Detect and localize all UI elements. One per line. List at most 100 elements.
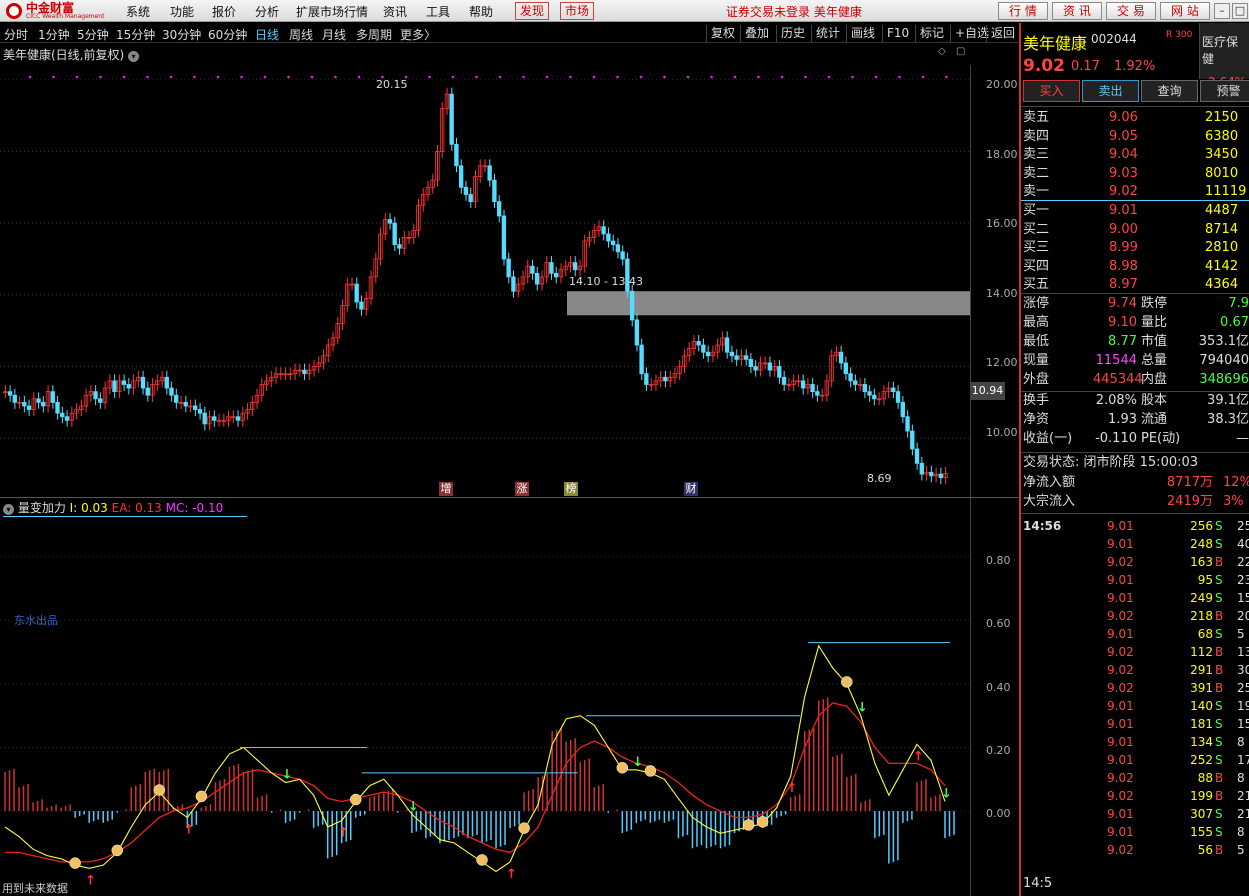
f10-button[interactable]: F10 — [882, 25, 913, 42]
trade-button[interactable]: 交 易 — [1106, 2, 1156, 20]
ask-row[interactable]: 卖三 9.04 3450 — [1023, 146, 1249, 164]
period-monthly[interactable]: 月线 — [322, 26, 346, 43]
tick-row[interactable]: 9.02 56 B 5 — [1023, 841, 1249, 859]
sell-arrow-icon: ↓ — [282, 767, 293, 782]
level-volume: 4364 — [1205, 277, 1239, 292]
stat-label: 最高 — [1023, 315, 1050, 330]
mark-button[interactable]: 标记 — [915, 25, 948, 42]
period-15min[interactable]: 15分钟 — [116, 26, 155, 43]
tick-row[interactable]: 9.01 68 S 5 — [1023, 625, 1249, 643]
candle-body — [549, 262, 554, 274]
menu-analysis[interactable]: 分析 — [255, 3, 279, 20]
news-button[interactable]: 资 讯 — [1052, 2, 1102, 20]
tick-row[interactable]: 9.02 391 B 25 — [1023, 679, 1249, 697]
period-daily[interactable]: 日线 — [255, 26, 279, 43]
tick-row[interactable]: 9.02 112 B 13 — [1023, 643, 1249, 661]
candle-body — [905, 416, 910, 432]
tick-row[interactable]: 9.01 248 S 40 — [1023, 535, 1249, 553]
tick-row[interactable]: 9.01 134 S 8 — [1023, 733, 1249, 751]
tick-row[interactable]: 9.02 291 B 30 — [1023, 661, 1249, 679]
event-marker[interactable]: 榜 — [564, 482, 578, 496]
period-weekly[interactable]: 周线 — [289, 26, 313, 43]
tick-row[interactable]: 9.02 199 B 21 — [1023, 787, 1249, 805]
level-price: 9.04 — [1109, 147, 1138, 162]
menu-help[interactable]: 帮助 — [469, 3, 493, 20]
period-more[interactable]: 更多〉 — [400, 26, 436, 43]
menu-news[interactable]: 资讯 — [383, 3, 407, 20]
tick-row[interactable]: 9.01 95 S 23 — [1023, 571, 1249, 589]
level-volume: 4142 — [1205, 258, 1239, 274]
overlay-button[interactable]: 叠加 — [740, 25, 773, 42]
bid-row[interactable]: 买四 8.98 4142 — [1023, 258, 1249, 276]
minimize-icon[interactable]: – — [1214, 3, 1230, 19]
tick-price: 9.02 — [1107, 663, 1134, 677]
menu-market[interactable]: 市场 — [560, 2, 595, 20]
stat-row: 净资 1.93 流通 38.3亿 — [1023, 411, 1249, 429]
menu-tools[interactable]: 工具 — [426, 3, 450, 20]
menu-discover[interactable]: 发现 — [515, 2, 550, 20]
sector-box[interactable]: 医疗保健 2.64% — [1199, 23, 1249, 89]
website-button[interactable]: 网 站 — [1160, 2, 1210, 20]
bid-row[interactable]: 买五 8.97 4364 — [1023, 276, 1249, 294]
period-1min[interactable]: 1分钟 — [38, 26, 70, 43]
tick-row[interactable]: 9.01 307 S 21 — [1023, 805, 1249, 823]
sell-button[interactable]: 卖出 — [1082, 80, 1139, 102]
signal-dot — [686, 75, 690, 79]
buy-button[interactable]: 买入 — [1023, 80, 1080, 102]
ask-row[interactable]: 卖四 9.05 6380 — [1023, 128, 1249, 146]
quote-button[interactable]: 行 情 — [998, 2, 1048, 20]
tick-row[interactable]: 9.01 181 S 15 — [1023, 715, 1249, 733]
chevron-down-icon[interactable]: ▾ — [128, 51, 140, 62]
signal-dot — [99, 75, 102, 79]
bid-row[interactable]: 买三 8.99 2810 — [1023, 239, 1249, 257]
tick-row[interactable]: 9.01 252 S 17 — [1023, 751, 1249, 769]
menu-extended-market[interactable]: 扩展市场行情 — [296, 3, 368, 20]
candle-body — [777, 366, 782, 378]
candle-body — [601, 226, 606, 235]
tick-row[interactable]: 9.02 88 B 8 — [1023, 769, 1249, 787]
back-button[interactable]: 返回 — [986, 25, 1019, 42]
adjust-button[interactable]: 复权 — [706, 25, 739, 42]
sell-arrow-icon: ↓ — [408, 799, 419, 814]
window-icon[interactable]: ▢ — [956, 46, 965, 57]
bid-row[interactable]: 买一 9.01 4487 — [1023, 202, 1249, 220]
period-5min[interactable]: 5分钟 — [77, 26, 109, 43]
tick-price: 9.02 — [1107, 555, 1134, 569]
alert-button[interactable]: 预警 — [1200, 80, 1249, 102]
tick-count: 21 — [1237, 807, 1249, 821]
stats-button[interactable]: 统计 — [811, 25, 844, 42]
ask-row[interactable]: 卖五 9.06 2150 — [1023, 109, 1249, 127]
ask-row[interactable]: 卖二 9.03 8010 — [1023, 165, 1249, 183]
candlestick-chart[interactable] — [0, 64, 970, 497]
indicator-chart[interactable]: ↑ ↑ ↑ ↑ ↑ ↓ ↓ ↓ ↓ ↑ ↓ — [0, 520, 970, 896]
history-button[interactable]: 历史 — [776, 25, 809, 42]
tick-row[interactable]: 9.02 163 B 22 — [1023, 553, 1249, 571]
ask-row[interactable]: 卖一 9.02 11119 — [1023, 183, 1249, 201]
period-multi[interactable]: 多周期 — [356, 26, 392, 43]
period-timeshare[interactable]: 分时 — [4, 26, 28, 43]
candle-body — [729, 351, 735, 357]
tick-row[interactable]: 9.01 140 S 19 — [1023, 697, 1249, 715]
menu-function[interactable]: 功能 — [170, 3, 194, 20]
chevron-down-icon[interactable]: ▾ — [3, 504, 14, 515]
period-30min[interactable]: 30分钟 — [162, 26, 201, 43]
tick-price: 9.02 — [1107, 789, 1134, 803]
draw-button[interactable]: 画线 — [846, 25, 879, 42]
tick-row[interactable]: 9.02 218 B 20 — [1023, 607, 1249, 625]
login-status[interactable]: 证券交易未登录 美年健康 — [726, 3, 862, 20]
maximize-icon[interactable]: □ — [1232, 3, 1248, 19]
menu-quote[interactable]: 报价 — [212, 3, 236, 20]
event-marker[interactable]: 涨 — [515, 482, 529, 496]
diamond-icon[interactable]: ◇ — [938, 46, 946, 57]
tick-row[interactable]: 9.01 249 S 15 — [1023, 589, 1249, 607]
event-marker[interactable]: 增 — [439, 482, 453, 496]
bid-row[interactable]: 买二 9.00 8714 — [1023, 221, 1249, 239]
menu-system[interactable]: 系统 — [126, 3, 150, 20]
tick-row[interactable]: 14:56 9.01 256 S 25 — [1023, 517, 1249, 535]
event-marker[interactable]: 财 — [684, 482, 698, 496]
period-60min[interactable]: 60分钟 — [208, 26, 247, 43]
main-y-tick: 20.00 — [986, 78, 1018, 91]
tick-row[interactable]: 9.01 155 S 8 — [1023, 823, 1249, 841]
query-button[interactable]: 查询 — [1141, 80, 1198, 102]
stat-row: 外盘 445344 内盘 348696 — [1023, 371, 1249, 389]
